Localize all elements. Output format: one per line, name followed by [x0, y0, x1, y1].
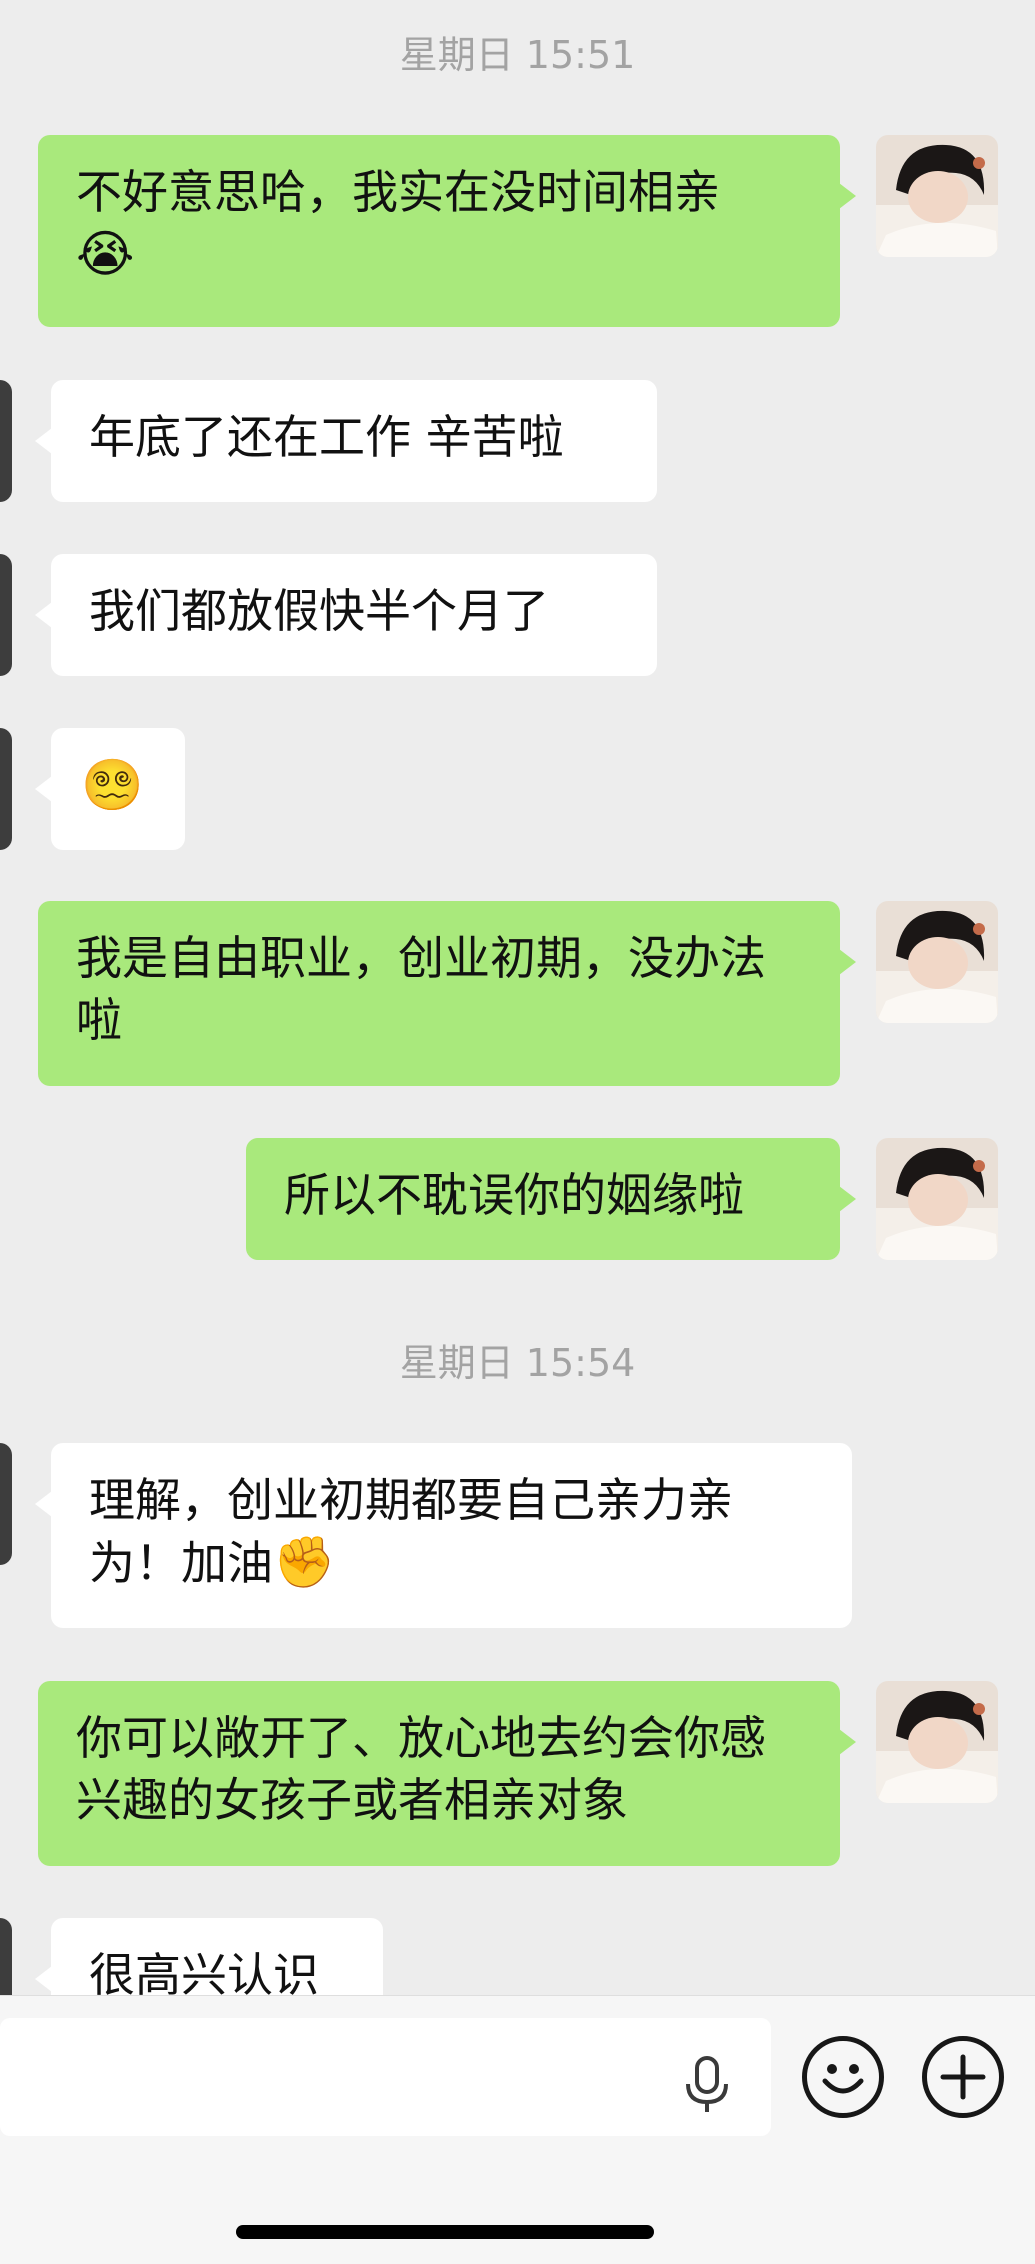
chat-history[interactable]: 星期日 15:51 不好意思哈，我实在没时间相亲 😭 年底了还在工作 辛苦啦 我… — [0, 0, 1035, 1995]
message-text: 理解，创业初期都要自己亲力亲为！加油 — [89, 1473, 733, 1590]
my-avatar[interactable] — [876, 901, 998, 1023]
peer-avatar[interactable] — [0, 728, 12, 850]
my-message-bubble[interactable]: 我是自由职业，创业初期，没办法啦 — [38, 901, 856, 1086]
timestamp: 星期日 15:51 — [399, 33, 636, 77]
timestamp: 星期日 15:54 — [399, 1341, 636, 1385]
peer-message-bubble[interactable]: 我们都放假快半个月了 — [35, 554, 657, 676]
message-text: 我是自由职业，创业初期，没办法啦 — [76, 931, 766, 1047]
peer-avatar[interactable] — [0, 380, 12, 502]
peer-message-bubble[interactable]: 理解，创业初期都要自己亲力亲为！加油✊ — [35, 1443, 852, 1628]
message-text: 你可以敞开了、放心地去约会你感兴趣的女孩子或者相亲对象 — [76, 1711, 766, 1827]
home-indicator — [236, 2225, 654, 2239]
message-text: 所以不耽误你的姻缘啦 — [284, 1168, 744, 1222]
message-text: 很高兴认识 — [89, 1948, 319, 1995]
my-avatar[interactable] — [876, 1138, 998, 1260]
message-text: 我们都放假快半个月了 — [89, 584, 549, 638]
crying-laughing-emoji: 😭 — [76, 225, 135, 283]
peer-emoji-bubble[interactable]: 😵‍💫 — [35, 728, 185, 850]
message-text: 不好意思哈，我实在没时间相亲 — [76, 165, 720, 219]
peer-avatar[interactable] — [0, 1443, 12, 1565]
input-bar — [0, 1995, 1035, 2264]
peer-avatar[interactable] — [0, 1918, 12, 1995]
my-avatar[interactable] — [876, 1681, 998, 1803]
dizzy-face-emoji: 😵‍💫 — [81, 756, 144, 814]
message-input[interactable] — [0, 2018, 771, 2136]
plus-icon[interactable] — [922, 2036, 1004, 2118]
peer-avatar[interactable] — [0, 554, 12, 676]
smiley-icon[interactable] — [802, 2036, 884, 2118]
peer-message-bubble[interactable]: 年底了还在工作 辛苦啦 — [35, 380, 657, 502]
raised-fist-emoji: ✊ — [273, 1533, 336, 1591]
peer-message-bubble[interactable]: 很高兴认识 — [35, 1918, 383, 1995]
message-text: 年底了还在工作 辛苦啦 — [89, 410, 564, 464]
my-message-bubble[interactable]: 所以不耽误你的姻缘啦 — [246, 1138, 856, 1260]
microphone-icon[interactable] — [672, 2050, 742, 2120]
my-message-bubble[interactable]: 你可以敞开了、放心地去约会你感兴趣的女孩子或者相亲对象 — [38, 1681, 856, 1866]
my-avatar[interactable] — [876, 135, 998, 257]
my-message-bubble[interactable]: 不好意思哈，我实在没时间相亲 😭 — [38, 135, 856, 327]
